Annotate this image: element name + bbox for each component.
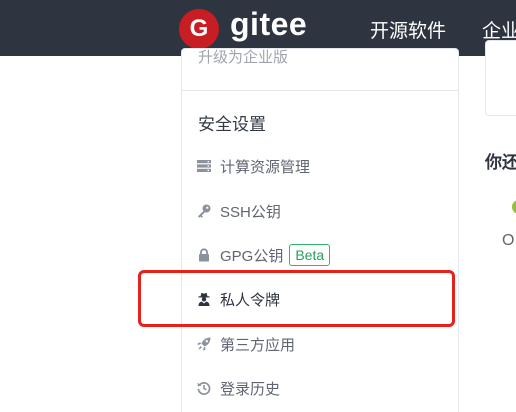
security-settings-title: 安全设置 [198,115,266,134]
sidebar-item-label: 计算资源管理 [220,158,311,176]
sidebar-item-upgrade-partial[interactable]: 升级为企业版 [198,46,288,67]
right-card [485,40,516,116]
sidebar-item-label: SSH公钥 [220,203,281,221]
gitee-logo-icon[interactable]: G [179,9,219,49]
sidebar-item-compute-resources[interactable]: 计算资源管理 [197,154,310,178]
sidebar-item-login-history[interactable]: 登录历史 [197,376,280,400]
page: G gitee 开源软件 企业 升级为企业版 安全设置 计算资源管理 SSH公钥… [0,0,516,412]
nav-enterprise[interactable]: 企业 [482,16,516,43]
right-panel-text: O [502,232,515,249]
key-icon [197,204,211,218]
avatar[interactable] [512,200,516,214]
sidebar-item-third-party-apps[interactable]: 第三方应用 [197,332,295,356]
sidebar-item-label: 登录历史 [220,380,281,398]
highlight-box [138,270,455,327]
sidebar-item-label: GPG公钥 [220,247,284,265]
sidebar-divider [181,90,459,91]
sidebar-item-gpg-keys[interactable]: GPG公钥 Beta [197,243,331,267]
lock-icon [197,248,211,262]
rocket-icon [197,337,211,351]
right-panel-heading: 你还 [485,153,516,172]
history-icon [197,381,211,395]
settings-sidebar [181,48,459,412]
server-icon [197,159,211,173]
sidebar-item-label: 第三方应用 [220,336,296,354]
beta-badge: Beta [289,244,331,266]
sidebar-item-ssh-keys[interactable]: SSH公钥 [197,199,281,223]
logo-text[interactable]: gitee [230,6,307,43]
logo-letter: G [189,15,209,42]
nav-open-source[interactable]: 开源软件 [370,16,446,43]
